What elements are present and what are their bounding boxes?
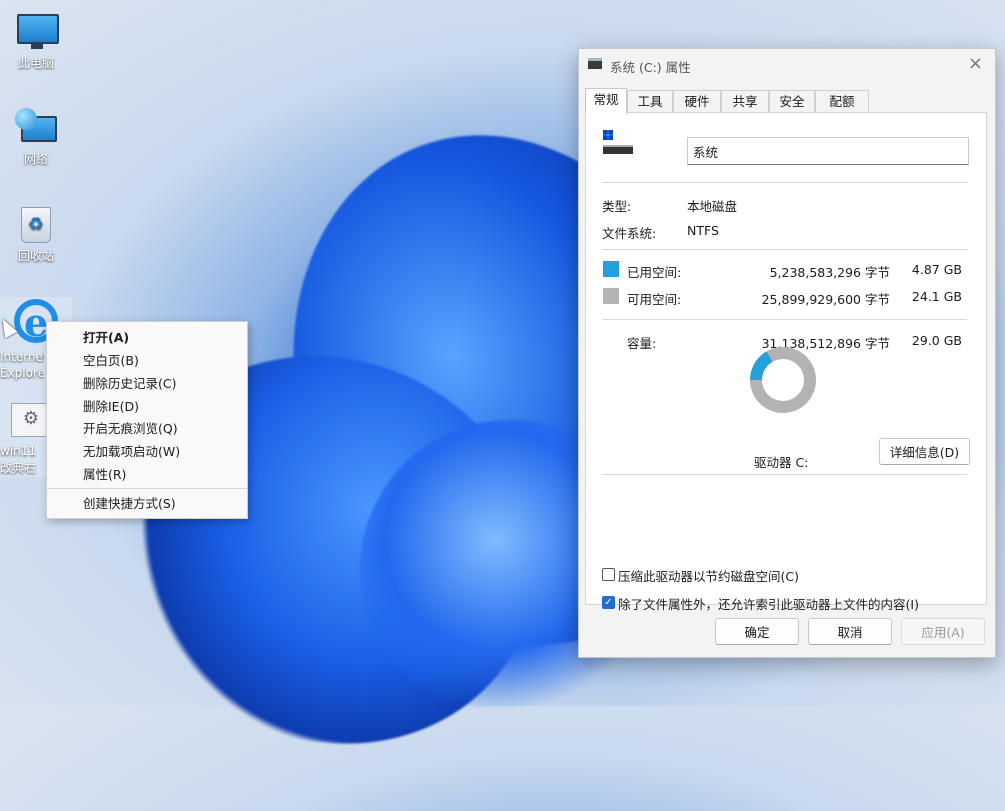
desktop-icon-label: 网络 bbox=[23, 152, 48, 166]
tab-sharing[interactable]: 共享 bbox=[721, 90, 769, 112]
drive-label: 驱动器 C: bbox=[754, 455, 809, 470]
used-space-bytes: 5,238,583,296 字节 bbox=[769, 265, 890, 280]
network-icon bbox=[15, 108, 57, 148]
computer-icon bbox=[15, 12, 59, 52]
desktop-icon-network[interactable]: 网络 bbox=[1, 108, 71, 167]
tab-general[interactable]: 常规 bbox=[585, 88, 627, 114]
desktop-icon-internet-explorer-label[interactable]: Internet Explorer bbox=[0, 349, 44, 383]
filesystem-value: NTFS bbox=[687, 223, 719, 238]
used-space-swatch bbox=[603, 261, 619, 277]
menu-item-blank-page[interactable]: 空白页(B) bbox=[47, 349, 247, 372]
divider bbox=[602, 474, 967, 475]
capacity-bytes: 31,138,512,896 字节 bbox=[761, 336, 890, 351]
divider bbox=[602, 182, 967, 183]
drive-icon bbox=[588, 58, 602, 69]
settings-exe-icon[interactable]: ⚙ bbox=[11, 403, 51, 437]
divider bbox=[602, 249, 967, 250]
menu-item-no-addons[interactable]: 无加载项启动(W) bbox=[47, 440, 247, 463]
free-space-bytes: 25,899,929,600 字节 bbox=[761, 292, 890, 307]
context-menu: 打开(A) 空白页(B) 删除历史记录(C) 删除IE(D) 开启无痕浏览(Q)… bbox=[46, 321, 248, 519]
tab-security[interactable]: 安全 bbox=[769, 90, 815, 112]
used-space-label: 已用空间: bbox=[627, 265, 682, 280]
system-drive-icon bbox=[603, 130, 633, 158]
internet-explorer-e-glyph: e bbox=[24, 300, 49, 345]
close-icon[interactable]: × bbox=[968, 53, 983, 74]
desktop-icon-label: 此电脑 bbox=[17, 56, 54, 70]
apply-button[interactable]: 应用(A) bbox=[901, 618, 985, 645]
tab-hardware[interactable]: 硬件 bbox=[673, 90, 721, 112]
index-checkbox[interactable]: ✓ bbox=[602, 596, 615, 609]
used-space-gb: 4.87 GB bbox=[911, 262, 962, 277]
menu-separator bbox=[47, 488, 247, 489]
desktop-icon-recycle-bin[interactable]: ♻ 回收站 bbox=[1, 205, 71, 264]
index-label[interactable]: 除了文件属性外，还允许索引此驱动器上文件的内容(I) bbox=[618, 594, 919, 613]
divider bbox=[602, 319, 967, 320]
ok-button[interactable]: 确定 bbox=[715, 618, 799, 645]
menu-item-create-shortcut[interactable]: 创建快捷方式(S) bbox=[47, 492, 247, 515]
desktop-icon-label: 回收站 bbox=[17, 249, 54, 263]
title-bar[interactable]: 系统 (C:) 属性 × bbox=[579, 49, 995, 81]
menu-item-private-browsing[interactable]: 开启无痕浏览(Q) bbox=[47, 417, 247, 440]
free-space-gb: 24.1 GB bbox=[911, 289, 962, 304]
dialog-title: 系统 (C:) 属性 bbox=[610, 60, 691, 75]
free-space-label: 可用空间: bbox=[627, 292, 682, 307]
menu-item-properties[interactable]: 属性(R) bbox=[47, 463, 247, 486]
tab-quota[interactable]: 配额 bbox=[815, 90, 869, 112]
capacity-label: 容量: bbox=[627, 336, 657, 351]
tab-tools[interactable]: 工具 bbox=[627, 90, 673, 112]
donut-center bbox=[762, 359, 804, 401]
compress-label[interactable]: 压缩此驱动器以节约磁盘空间(C) bbox=[618, 566, 799, 585]
type-label: 类型: bbox=[602, 199, 632, 214]
type-value: 本地磁盘 bbox=[687, 199, 738, 214]
menu-item-delete-history[interactable]: 删除历史记录(C) bbox=[47, 372, 247, 395]
filesystem-label: 文件系统: bbox=[602, 226, 657, 241]
drive-name-input[interactable] bbox=[687, 137, 969, 165]
recycle-bin-icon: ♻ bbox=[15, 205, 57, 245]
compress-checkbox[interactable] bbox=[602, 568, 615, 581]
properties-dialog: 系统 (C:) 属性 × 常规 工具 硬件 共享 安全 配额 类型: 本地磁盘 … bbox=[578, 48, 996, 658]
desktop-icon-exe-label[interactable]: win11改典右键.exe bbox=[0, 443, 44, 477]
menu-item-open[interactable]: 打开(A) bbox=[47, 326, 247, 349]
general-tab-panel: 类型: 本地磁盘 文件系统: NTFS 已用空间: 5,238,583,296 … bbox=[585, 112, 987, 612]
free-space-swatch bbox=[603, 288, 619, 304]
capacity-gb: 29.0 GB bbox=[911, 333, 962, 348]
desktop-icon-this-pc[interactable]: 此电脑 bbox=[1, 12, 71, 71]
details-button[interactable]: 详细信息(D) bbox=[879, 438, 970, 465]
menu-item-delete-ie[interactable]: 删除IE(D) bbox=[47, 395, 247, 418]
cancel-button[interactable]: 取消 bbox=[808, 618, 892, 645]
